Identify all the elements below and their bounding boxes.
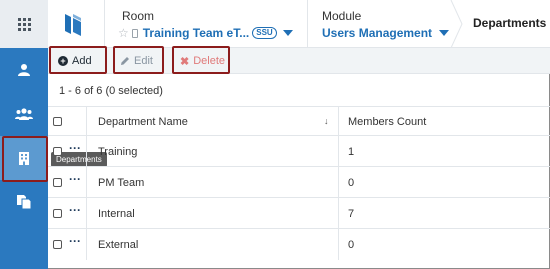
- module-label: Module: [322, 9, 362, 23]
- column-header-members-count[interactable]: Members Count: [348, 116, 426, 128]
- table-header-row: Department Name ↓ Members Count: [48, 106, 550, 136]
- room-type-icon: [131, 28, 138, 38]
- departments-highlight: [2, 136, 48, 182]
- departments-table: Department Name ↓ Members Count ··· Trai…: [48, 106, 550, 260]
- top-header: Room ☆ Training Team eT... SSU Module Us…: [0, 0, 550, 48]
- header-divider: [307, 0, 308, 48]
- row-checkbox[interactable]: [53, 147, 62, 156]
- column-divider: [86, 107, 87, 135]
- breadcrumb-chevron-icon: [450, 0, 463, 48]
- sort-arrow-icon[interactable]: ↓: [324, 116, 329, 126]
- sidebar-item-users[interactable]: [0, 48, 48, 92]
- row-actions-icon[interactable]: ···: [69, 235, 81, 247]
- row-actions-icon[interactable]: ···: [69, 142, 81, 154]
- row-checkbox[interactable]: [53, 178, 62, 187]
- row-actions-icon[interactable]: ···: [69, 204, 81, 216]
- members-count: 0: [348, 239, 355, 251]
- add-button-highlight: [49, 46, 107, 74]
- room-name[interactable]: Training Team eT...: [143, 26, 249, 40]
- members-count: 0: [348, 177, 355, 189]
- user-icon: [18, 64, 30, 76]
- users-group-icon: [15, 108, 33, 120]
- room-label: Room: [122, 9, 155, 23]
- favorite-star-icon[interactable]: ☆: [118, 26, 129, 40]
- table-row[interactable]: ··· PM Team 0: [48, 167, 550, 198]
- selection-count: 1 - 6 of 6 (0 selected): [59, 85, 163, 97]
- room-dropdown-chevron-icon[interactable]: [282, 30, 293, 36]
- table-row[interactable]: ··· External 0: [48, 229, 550, 260]
- department-name: PM Team: [98, 177, 145, 189]
- sidebar-item-documents[interactable]: [0, 180, 48, 224]
- app-launcher-button[interactable]: [0, 0, 48, 48]
- header-divider: [104, 0, 105, 48]
- column-divider: [86, 136, 87, 166]
- edit-button-highlight: [113, 46, 164, 74]
- apps-grid-icon: [17, 17, 31, 31]
- column-divider: [338, 198, 339, 228]
- department-name: Internal: [98, 208, 135, 220]
- column-header-department-name[interactable]: Department Name: [98, 116, 188, 128]
- column-divider: [338, 136, 339, 166]
- members-count: 1: [348, 146, 355, 158]
- breadcrumb-current-page: Departments: [473, 16, 547, 30]
- app-logo-icon: [65, 14, 81, 36]
- sidebar-item-groups[interactable]: [0, 92, 48, 136]
- department-name: Training: [98, 146, 138, 158]
- column-divider: [338, 107, 339, 135]
- column-divider: [338, 167, 339, 197]
- room-badge: SSU: [252, 27, 277, 39]
- row-checkbox[interactable]: [53, 240, 62, 249]
- column-divider: [86, 198, 87, 228]
- column-divider: [338, 229, 339, 260]
- table-row[interactable]: ··· Training 1: [48, 136, 550, 167]
- row-checkbox[interactable]: [53, 209, 62, 218]
- column-divider: [86, 229, 87, 260]
- documents-icon: [17, 195, 32, 210]
- column-divider: [86, 167, 87, 197]
- department-name: External: [98, 239, 139, 251]
- module-name[interactable]: Users Management: [322, 26, 432, 40]
- module-dropdown-chevron-icon[interactable]: [439, 30, 450, 36]
- members-count: 7: [348, 208, 355, 220]
- select-all-checkbox[interactable]: [53, 117, 62, 126]
- delete-button-highlight: [172, 46, 230, 74]
- module-selector[interactable]: Users Management: [322, 26, 450, 40]
- room-selector[interactable]: ☆ Training Team eT... SSU: [118, 26, 293, 40]
- row-actions-icon[interactable]: ···: [69, 173, 81, 185]
- table-row[interactable]: ··· Internal 7: [48, 198, 550, 229]
